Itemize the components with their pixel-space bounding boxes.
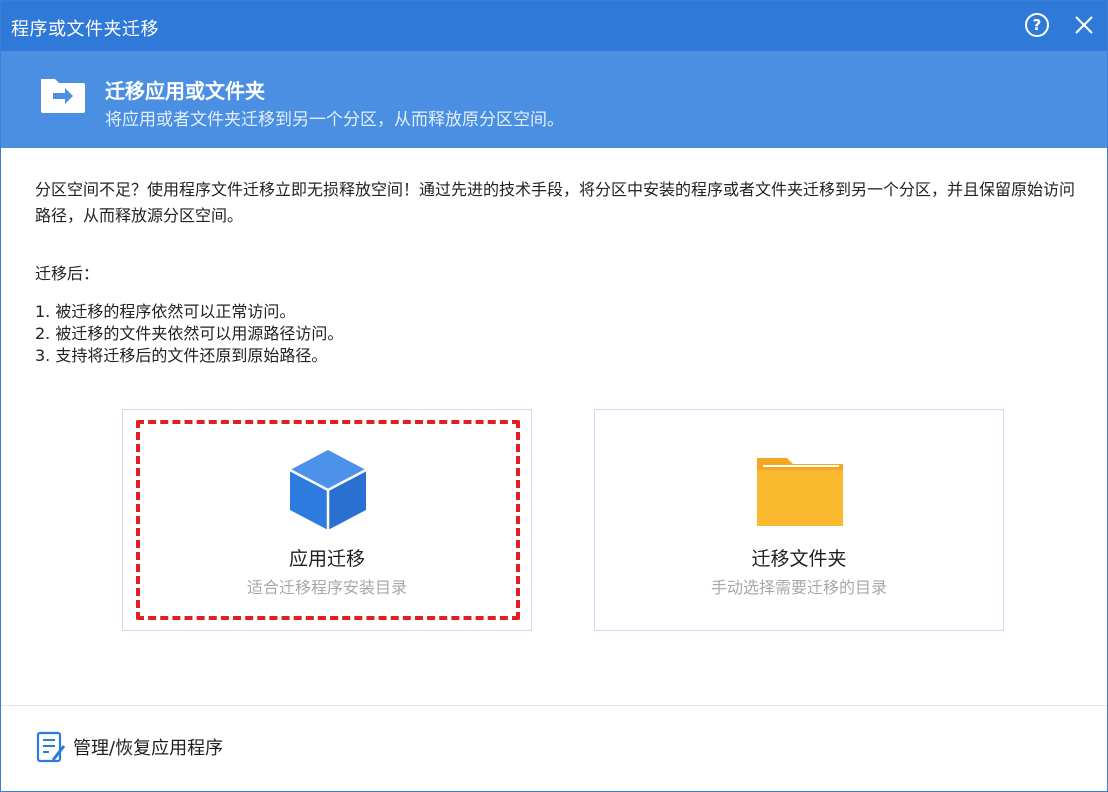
manage-restore-link[interactable]: 管理/恢复应用程序 <box>35 729 223 765</box>
banner-title: 迁移应用或文件夹 <box>105 79 265 103</box>
footer-divider <box>1 705 1107 706</box>
description-section: 分区空间不足？使用程序文件迁移立即无损释放空间！通过先进的技术手段，将分区中安装… <box>35 177 1075 367</box>
header-banner: 迁移应用或文件夹 将应用或者文件夹迁移到另一个分区，从而释放原分区空间。 <box>1 51 1107 148</box>
window-title: 程序或文件夹迁移 <box>11 19 159 40</box>
bullet-list: 1. 被迁移的程序依然可以正常访问。 2. 被迁移的文件夹依然可以用源路径访问。… <box>35 301 1075 367</box>
bullet-item: 3. 支持将迁移后的文件还原到原始路径。 <box>35 346 328 365</box>
migration-window: 程序或文件夹迁移 ? 迁移应用或文件夹 将应用或者文件夹迁移到另一个分区，从而释… <box>0 0 1108 792</box>
title-bar: 程序或文件夹迁移 ? <box>1 1 1107 51</box>
card-description: 适合迁移程序安装目录 <box>246 578 407 597</box>
intro-text: 分区空间不足？使用程序文件迁移立即无损释放空间！通过先进的技术手段，将分区中安装… <box>35 180 1076 225</box>
card-label: 迁移文件夹 <box>751 548 847 570</box>
folder-migrate-icon <box>41 79 85 113</box>
manage-apps-icon <box>36 731 66 763</box>
after-label: 迁移后： <box>35 264 100 283</box>
help-icon[interactable]: ? <box>1025 13 1049 37</box>
bullet-item: 2. 被迁移的文件夹依然可以用源路径访问。 <box>35 324 344 343</box>
bullet-item: 1. 被迁移的程序依然可以正常访问。 <box>35 302 296 321</box>
app-migration-card[interactable]: 应用迁移 适合迁移程序安装目录 <box>122 409 532 631</box>
folder-icon <box>757 458 843 526</box>
banner-subtitle: 将应用或者文件夹迁移到另一个分区，从而释放原分区空间。 <box>105 110 564 130</box>
cube-icon <box>289 450 367 530</box>
card-label: 应用迁移 <box>288 548 365 570</box>
folder-migration-card[interactable]: 迁移文件夹 手动选择需要迁移的目录 <box>594 409 1004 631</box>
manage-restore-label: 管理/恢复应用程序 <box>73 738 224 759</box>
close-icon[interactable] <box>1071 12 1097 38</box>
card-description: 手动选择需要迁移的目录 <box>710 578 887 597</box>
